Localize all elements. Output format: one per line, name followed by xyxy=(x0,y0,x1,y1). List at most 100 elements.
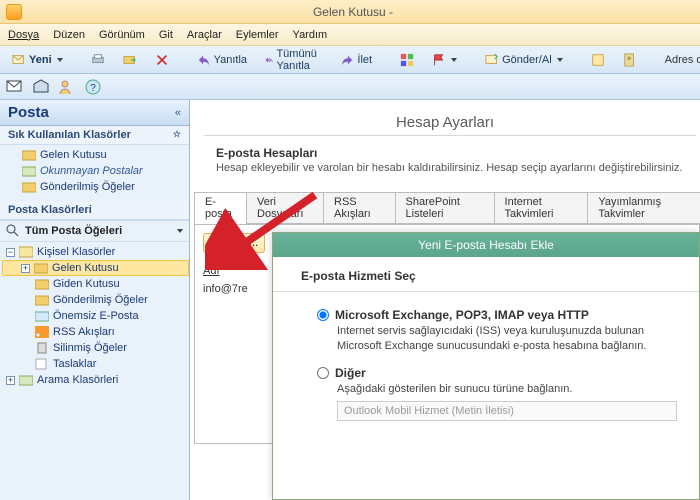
forward-icon xyxy=(340,53,354,67)
delete-button[interactable] xyxy=(149,50,175,70)
search-folder-icon xyxy=(19,374,33,386)
store-icon xyxy=(19,246,33,258)
radio-other[interactable]: Diğer xyxy=(317,366,685,380)
menu-bar: Dosya Düzen Görünüm Git Araçlar Eylemler… xyxy=(0,24,700,46)
toolbar: Yeni Yanıtla Tümünü Yanıtla İlet Gönder/… xyxy=(0,46,700,74)
sidebar-header: Posta « xyxy=(0,100,189,126)
account-row[interactable]: info@7re xyxy=(203,277,273,295)
other-server-type-list: Outlook Mobil Hizmet (Metin İletisi) xyxy=(337,401,677,421)
tab-data-files[interactable]: Veri Dosyaları xyxy=(246,192,324,224)
mail-open-icon[interactable] xyxy=(32,78,50,96)
mail-new-icon xyxy=(12,53,26,67)
mail-folders-header[interactable]: Posta Klasörleri xyxy=(0,201,189,220)
chevron-down-icon xyxy=(557,58,563,62)
move-button[interactable] xyxy=(117,50,143,70)
menu-go[interactable]: Git xyxy=(159,29,173,41)
option-other-desc: Aşağıdaki gösterilen bir sunucu türüne b… xyxy=(317,380,685,397)
accounts-description: Hesap ekleyebilir ve varolan bir hesabı … xyxy=(216,160,700,174)
option-exchange-pop: Microsoft Exchange, POP3, IMAP veya HTTP… xyxy=(317,308,685,354)
forward-button[interactable]: İlet xyxy=(334,50,378,70)
collapse-sidebar-button[interactable]: « xyxy=(175,107,181,119)
reply-button[interactable]: Yanıtla xyxy=(191,50,253,70)
add-account-wizard: Yeni E-posta Hesabı Ekle E-posta Hizmeti… xyxy=(272,232,700,500)
reply-all-icon xyxy=(265,53,273,67)
sidebar: Posta « Sık Kullanılan Klasörler ☆ Gelen… xyxy=(0,100,190,500)
print-button[interactable] xyxy=(85,50,111,70)
menu-edit[interactable]: Düzen xyxy=(53,29,85,41)
radio-input[interactable] xyxy=(317,309,329,321)
settings-tabs: E-posta Veri Dosyaları RSS Akışları Shar… xyxy=(194,192,700,224)
help-icon[interactable]: ? xyxy=(84,78,102,96)
folder-tree: −Kişisel Klasörler +Gelen Kutusu Giden K… xyxy=(0,242,189,394)
mail-module-icon[interactable] xyxy=(6,78,24,96)
wizard-step-heading: E-posta Hizmeti Seç xyxy=(273,257,699,291)
tab-published-cal[interactable]: Yayımlanmış Takvimler xyxy=(587,192,700,224)
nav-icon-bar: ? xyxy=(0,74,700,100)
print-icon xyxy=(91,53,105,67)
col-name-header[interactable]: Adı xyxy=(203,265,273,277)
send-receive-button[interactable]: Gönder/Al xyxy=(479,50,569,70)
menu-view[interactable]: Görünüm xyxy=(99,29,145,41)
new-button[interactable]: Yeni xyxy=(6,50,69,70)
contacts-icon[interactable] xyxy=(58,78,76,96)
reply-all-button[interactable]: Tümünü Yanıtla xyxy=(259,45,328,75)
folder-icon xyxy=(35,294,49,306)
menu-actions[interactable]: Eylemler xyxy=(236,29,279,41)
radio-exchange-pop[interactable]: Microsoft Exchange, POP3, IMAP veya HTTP xyxy=(317,308,685,322)
junk-icon xyxy=(35,310,49,322)
favorites-list: Gelen Kutusu Okunmayan Postalar Gönderil… xyxy=(0,145,189,201)
tree-sent[interactable]: Gönderilmiş Öğeler xyxy=(2,292,189,308)
tab-rss[interactable]: RSS Akışları xyxy=(323,192,396,224)
address-book-icon xyxy=(623,53,637,67)
send-receive-icon xyxy=(485,53,499,67)
expand-icon[interactable]: + xyxy=(21,264,30,273)
tree-inbox[interactable]: +Gelen Kutusu xyxy=(2,260,189,276)
tree-personal-folders[interactable]: −Kişisel Klasörler xyxy=(2,244,189,260)
tree-drafts[interactable]: Taslaklar xyxy=(2,356,189,372)
tab-sharepoint[interactable]: SharePoint Listeleri xyxy=(395,192,495,224)
account-settings-title: Hesap Ayarları xyxy=(190,100,700,135)
rss-icon xyxy=(35,326,49,338)
categorize-icon xyxy=(400,53,414,67)
tree-deleted[interactable]: Silinmiş Öğeler xyxy=(2,340,189,356)
tree-outbox[interactable]: Giden Kutusu xyxy=(2,276,189,292)
tab-internet-cal[interactable]: Internet Takvimleri xyxy=(494,192,589,224)
chevron-down-icon xyxy=(57,58,63,62)
folder-icon xyxy=(22,149,36,161)
chevron-down-icon xyxy=(451,58,457,62)
svg-text:?: ? xyxy=(90,83,96,94)
menu-file[interactable]: Dosya xyxy=(8,29,39,41)
chevron-icon: ☆ xyxy=(173,129,181,140)
flag-button[interactable] xyxy=(426,50,463,70)
tree-rss[interactable]: RSS Akışları xyxy=(2,324,189,340)
tab-email[interactable]: E-posta xyxy=(194,192,247,224)
delete-icon xyxy=(155,53,169,67)
tree-search-folders[interactable]: +Arama Klasörleri xyxy=(2,372,189,388)
favorites-header[interactable]: Sık Kullanılan Klasörler ☆ xyxy=(0,126,189,145)
title-bar: Gelen Kutusu - xyxy=(0,0,700,24)
radio-input[interactable] xyxy=(317,367,329,379)
sidebar-title: Posta xyxy=(8,104,49,121)
new-account-button[interactable]: Yeni... xyxy=(203,233,265,253)
accounts-list: Adı info@7re xyxy=(203,265,273,295)
rules-button[interactable] xyxy=(585,50,611,70)
flag-icon xyxy=(432,53,446,67)
menu-tools[interactable]: Araçlar xyxy=(187,29,222,41)
expand-icon[interactable]: + xyxy=(6,376,15,385)
address-book-button[interactable] xyxy=(617,50,643,70)
folder-icon xyxy=(22,181,36,193)
app-logo-icon xyxy=(6,4,22,20)
all-mail-items[interactable]: Tüm Posta Öğeleri xyxy=(0,220,189,242)
reply-icon xyxy=(197,53,211,67)
address-book-label: Adres defterleri xyxy=(659,54,700,66)
rules-icon xyxy=(591,53,605,67)
fav-unread[interactable]: Okunmayan Postalar xyxy=(6,163,183,179)
fav-sent[interactable]: Gönderilmiş Öğeler xyxy=(6,179,183,195)
search-icon xyxy=(6,224,20,238)
tree-junk[interactable]: Önemsiz E-Posta xyxy=(2,308,189,324)
menu-help[interactable]: Yardım xyxy=(293,29,328,41)
categorize-button[interactable] xyxy=(394,50,420,70)
accounts-section: E-posta Hesapları Hesap ekleyebilir ve v… xyxy=(190,136,700,174)
fav-inbox[interactable]: Gelen Kutusu xyxy=(6,147,183,163)
collapse-icon[interactable]: − xyxy=(6,248,15,257)
